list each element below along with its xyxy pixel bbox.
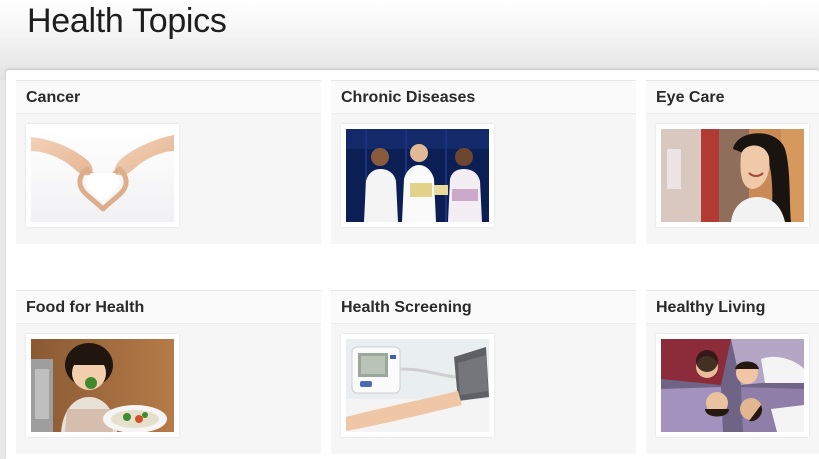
topic-card-health-screening[interactable]: Health Screening [331, 290, 636, 454]
topic-thumbnail-chronic-diseases[interactable] [341, 124, 494, 227]
topic-title-health-screening[interactable]: Health Screening [331, 290, 636, 324]
topic-card-chronic-diseases[interactable]: Chronic Diseases [331, 80, 636, 244]
page-header: Health Topics [0, 0, 819, 80]
topics-grid: Cancer Chronic Diseases Eye Care Food fo… [6, 70, 819, 459]
group-reading-leaflets-image [346, 129, 489, 222]
topic-card-eye-care[interactable]: Eye Care [646, 80, 819, 244]
topic-thumbnail-eye-care[interactable] [656, 124, 809, 227]
topic-title-cancer[interactable]: Cancer [16, 80, 321, 114]
topic-thumbnail-healthy-living[interactable] [656, 334, 809, 437]
topic-card-healthy-living[interactable]: Healthy Living [646, 290, 819, 454]
hands-heart-image [31, 129, 174, 222]
topic-title-chronic-diseases[interactable]: Chronic Diseases [331, 80, 636, 114]
topic-title-food-for-health[interactable]: Food for Health [16, 290, 321, 324]
blood-pressure-monitor-image [346, 339, 489, 432]
child-eating-vegetables-image [31, 339, 174, 432]
topic-thumbnail-health-screening[interactable] [341, 334, 494, 437]
topic-title-healthy-living[interactable]: Healthy Living [646, 290, 819, 324]
page-title: Health Topics [27, 2, 227, 40]
topic-thumbnail-cancer[interactable] [26, 124, 179, 227]
topic-title-eye-care[interactable]: Eye Care [646, 80, 819, 114]
topic-thumbnail-food-for-health[interactable] [26, 334, 179, 437]
topic-card-cancer[interactable]: Cancer [16, 80, 321, 244]
friends-lying-together-image [661, 339, 804, 432]
woman-smiling-image [661, 129, 804, 222]
topic-card-food-for-health[interactable]: Food for Health [16, 290, 321, 454]
